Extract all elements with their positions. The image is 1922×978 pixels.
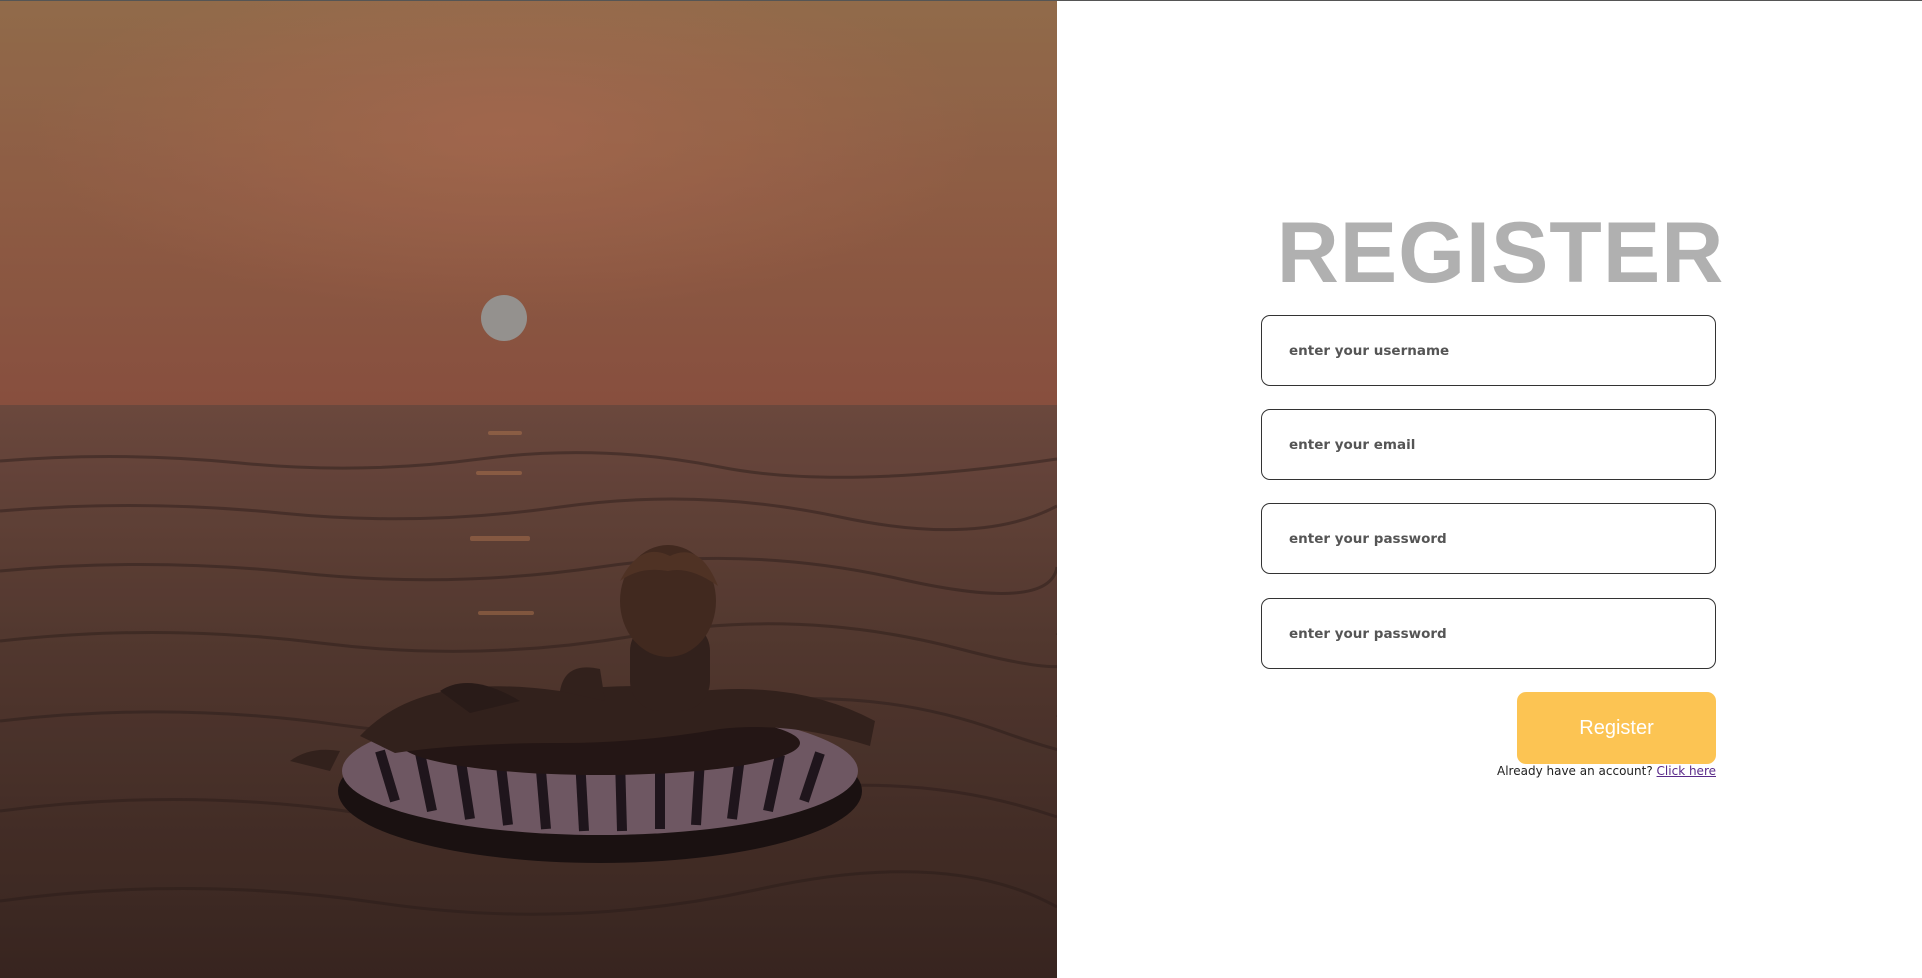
password-input[interactable] [1261,503,1716,574]
username-input[interactable] [1261,315,1716,386]
hero-image [0,1,1057,978]
register-button[interactable]: Register [1517,692,1716,764]
register-form-panel: REGISTER Register Already have an accoun… [1057,1,1922,978]
login-prompt-line: Already have an account? Click here [1437,764,1716,778]
login-prompt-text: Already have an account? [1497,764,1653,778]
sunset-sea-illustration [0,1,1057,978]
email-input[interactable] [1261,409,1716,480]
login-link[interactable]: Click here [1657,764,1716,778]
confirm-password-input[interactable] [1261,598,1716,669]
page-title: REGISTER [1276,205,1725,301]
register-page: REGISTER Register Already have an accoun… [0,0,1922,978]
